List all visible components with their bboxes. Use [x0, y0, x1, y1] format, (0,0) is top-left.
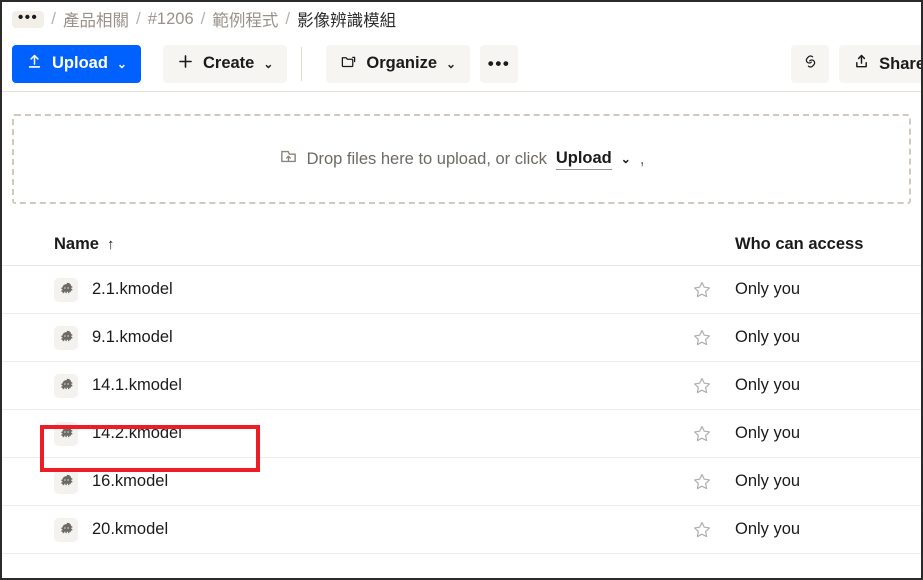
- favorite-star-icon[interactable]: [692, 472, 712, 492]
- access-label: Only you: [735, 520, 801, 538]
- sort-ascending-icon: ↑: [106, 236, 115, 253]
- file-browser-window: ••• / 產品相關 / #1206 / 範例程式 / 影像辨識模組 Uploa…: [0, 0, 923, 580]
- copy-link-button[interactable]: [791, 45, 830, 83]
- file-cell: 9.1.kmodel: [54, 325, 173, 350]
- toolbar-right-group: Share: [791, 45, 923, 83]
- toolbar-divider: [301, 46, 303, 81]
- file-name: 20.kmodel: [92, 520, 169, 538]
- access-label: Only you: [735, 280, 801, 298]
- breadcrumb-separator-1: /: [136, 9, 141, 28]
- upload-button[interactable]: Upload ⌄: [12, 44, 141, 83]
- file-cell: 14.1.kmodel: [54, 373, 182, 398]
- breadcrumb-separator-2: /: [200, 9, 206, 28]
- file-cell: 14.2.kmodel: [54, 421, 182, 446]
- table-row[interactable]: 16.kmodel Only you: [2, 458, 921, 506]
- chevron-down-icon[interactable]: ⌄: [621, 152, 631, 166]
- more-actions-button[interactable]: •••: [480, 44, 519, 83]
- breadcrumb-item-0[interactable]: 產品相關: [63, 7, 129, 31]
- favorite-star-icon[interactable]: [692, 424, 712, 444]
- share-button[interactable]: Share: [839, 45, 923, 83]
- table-row[interactable]: 9.1.kmodel Only you: [2, 314, 921, 362]
- file-icon: [54, 421, 78, 446]
- favorite-star-icon[interactable]: [692, 328, 712, 348]
- breadcrumb-item-1[interactable]: #1206: [148, 10, 194, 29]
- favorite-star-icon[interactable]: [692, 376, 712, 396]
- dropzone-text-suffix: ,: [639, 149, 645, 168]
- column-header-name[interactable]: Name ↑: [54, 235, 114, 254]
- table-row[interactable]: 14.2.kmodel Only you: [2, 410, 921, 458]
- column-header-access[interactable]: Who can access: [735, 235, 863, 254]
- file-icon: [54, 277, 78, 302]
- toolbar: Upload ⌄ Create ⌄ Organize ⌄ ••• Share: [2, 36, 921, 92]
- share-button-label: Share: [879, 54, 923, 73]
- file-icon: [54, 373, 78, 398]
- file-name: 14.2.kmodel: [92, 424, 182, 442]
- table-row[interactable]: 14.1.kmodel Only you: [2, 362, 921, 410]
- table-header-row: Name ↑ Who can access: [2, 224, 921, 266]
- plus-icon: [177, 53, 194, 75]
- create-button-label: Create: [202, 54, 255, 72]
- table-row[interactable]: 20.kmodel Only you: [2, 506, 921, 554]
- breadcrumb-overflow-button[interactable]: •••: [12, 10, 45, 28]
- breadcrumb-item-2[interactable]: 範例程式: [212, 7, 278, 31]
- favorite-star-icon[interactable]: [692, 280, 712, 300]
- file-cell: 2.1.kmodel: [54, 277, 173, 302]
- file-icon: [54, 517, 78, 542]
- dropzone-upload-link[interactable]: Upload: [555, 149, 612, 170]
- upload-icon: [26, 53, 43, 75]
- file-cell: 16.kmodel: [54, 469, 169, 494]
- access-label: Only you: [735, 424, 801, 442]
- breadcrumb-separator-3: /: [285, 9, 291, 28]
- file-dropzone[interactable]: Drop files here to upload, or click Uplo…: [12, 114, 911, 204]
- breadcrumb-separator-0: /: [51, 9, 56, 28]
- dropzone-text: Drop files here to upload, or click: [306, 149, 547, 168]
- file-name: 2.1.kmodel: [92, 280, 173, 298]
- access-label: Only you: [735, 376, 801, 394]
- upload-to-folder-icon: [279, 147, 298, 171]
- organize-button[interactable]: Organize ⌄: [326, 44, 471, 83]
- access-label: Only you: [735, 472, 801, 490]
- link-icon: [801, 52, 820, 76]
- file-table: Name ↑ Who can access 2.1.kmodel Only yo…: [2, 224, 921, 554]
- column-header-name-label: Name: [54, 235, 99, 253]
- file-name: 16.kmodel: [92, 472, 169, 490]
- chevron-down-icon: ⌄: [446, 56, 457, 71]
- chevron-down-icon: ⌄: [116, 56, 127, 71]
- organize-button-label: Organize: [366, 54, 438, 72]
- chevron-down-icon: ⌄: [263, 56, 274, 71]
- access-label: Only you: [735, 328, 801, 346]
- file-icon: [54, 469, 78, 494]
- file-cell: 20.kmodel: [54, 517, 169, 542]
- table-row[interactable]: 2.1.kmodel Only you: [2, 266, 921, 314]
- file-name: 9.1.kmodel: [92, 328, 173, 346]
- create-button[interactable]: Create ⌄: [162, 44, 288, 83]
- ellipsis-icon: •••: [487, 53, 511, 73]
- file-name: 14.1.kmodel: [92, 376, 182, 394]
- upload-button-label: Upload: [52, 54, 108, 72]
- favorite-star-icon[interactable]: [692, 520, 712, 540]
- folder-icon: [340, 53, 357, 75]
- share-icon: [853, 53, 870, 75]
- dropzone-content: Drop files here to upload, or click Uplo…: [279, 147, 645, 171]
- file-icon: [54, 325, 78, 350]
- breadcrumb: ••• / 產品相關 / #1206 / 範例程式 / 影像辨識模組: [2, 2, 921, 36]
- breadcrumb-item-current[interactable]: 影像辨識模組: [297, 7, 396, 31]
